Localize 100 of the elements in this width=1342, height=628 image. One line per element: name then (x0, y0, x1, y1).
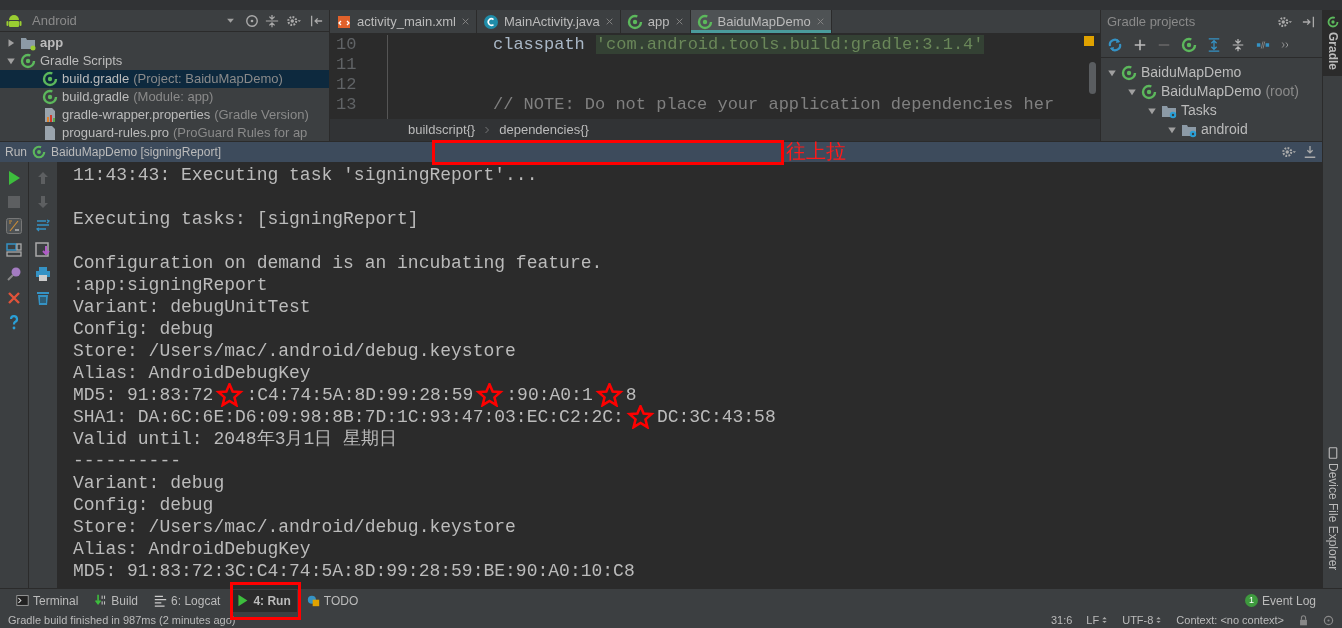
status-selector[interactable]: UTF-8 (1122, 611, 1163, 628)
gradle-icon (626, 13, 643, 30)
collapse-arrow-icon[interactable] (6, 56, 16, 66)
caret-icon (226, 16, 235, 25)
more-icon[interactable] (1281, 40, 1291, 50)
layout-icon[interactable] (6, 242, 22, 258)
gradle-icon[interactable] (1181, 37, 1197, 53)
tree-item[interactable]: android (1101, 120, 1322, 139)
panel-title: Run (5, 144, 27, 161)
refresh-icon[interactable] (1107, 37, 1123, 53)
console-line: Store: /Users/mac/.android/debug.keystore (73, 340, 516, 362)
tree-item-note: (Gradle Version) (214, 106, 309, 125)
cursor-position[interactable]: 31:6 (1050, 611, 1073, 628)
tree-item[interactable]: Gradle Scripts (0, 52, 329, 70)
close-icon[interactable] (460, 17, 470, 26)
console-text: 8 (625, 385, 637, 405)
soft-wrap-icon[interactable] (6, 218, 22, 234)
console-line: MD5: 91:83:72:3C:C4:74:5A:8D:99:28:59:BE:90:A0:10:C8 (73, 560, 635, 582)
console-line: Store: /Users/mac/.android/debug.keystore (73, 516, 516, 538)
side-tab[interactable]: Device File Explorer (1323, 440, 1342, 576)
scroll-to-end-icon[interactable] (35, 242, 51, 258)
gradle-icon (1327, 16, 1339, 28)
tree-item[interactable]: build.gradle (Module: app) (0, 88, 329, 106)
context-indicator[interactable]: Context: <no context> (1176, 611, 1284, 628)
console-text: SHA1: DA:6C:6E:D6:09:98:8B:7D:1C:93:47:03:EC:C2:2C: (73, 407, 624, 427)
close-icon[interactable] (604, 17, 614, 26)
run-icon (236, 594, 250, 607)
settings-icon[interactable] (285, 13, 303, 28)
minimize-icon[interactable] (1303, 145, 1317, 159)
settings-icon[interactable] (1280, 145, 1298, 159)
crosshair-icon[interactable] (245, 13, 259, 28)
properties-file-icon (42, 107, 58, 123)
breadcrumb[interactable]: buildscript{} (408, 120, 476, 140)
folder-icon (20, 35, 36, 51)
console-text: :C4:74:5A:8D:99:28:59 (246, 385, 474, 405)
notification-count: 1 (1244, 594, 1258, 607)
tree-item[interactable]: proguard-rules.pro (ProGuard Rules for ap (0, 124, 329, 141)
console-line: 11:43:43: Executing task 'signingReport'... (73, 164, 538, 186)
event-log-button[interactable]: 1 Event Log (1238, 589, 1322, 612)
line-number: 10 (336, 35, 358, 55)
view-dropdown[interactable]: Android (28, 10, 239, 31)
terminal-icon (16, 594, 29, 607)
tree-item-note: (ProGuard Rules for ap (172, 124, 308, 141)
tree-item[interactable]: Tasks (1101, 101, 1322, 120)
hide-panel-icon[interactable] (1302, 14, 1316, 29)
tree-item-label: Tasks (1181, 101, 1217, 120)
console-line: ---------- (73, 450, 182, 472)
close-icon[interactable] (6, 290, 22, 306)
tool-window-button[interactable]: TODO (300, 589, 365, 612)
tool-window-button[interactable]: 6: Logcat (148, 589, 227, 612)
tree-item-label: app (40, 34, 64, 53)
code-comment: // NOTE: Do not place your application dependencies her (493, 95, 1055, 114)
print-icon[interactable] (35, 266, 51, 282)
tree-item[interactable]: BaiduMapDemo (1101, 63, 1322, 82)
console-line: Config: debug (73, 494, 214, 516)
gradle-icon (20, 53, 36, 69)
tool-window-button[interactable]: Terminal (10, 589, 85, 612)
editor-tab[interactable]: BaiduMapDemo (690, 10, 832, 33)
wrap-lines-icon[interactable] (35, 218, 51, 234)
console-line: Valid until: 2048年3月1日 星期日 (73, 428, 398, 450)
run-icon[interactable] (6, 170, 22, 186)
collapse-all-icon[interactable] (1231, 38, 1245, 52)
tree-item[interactable]: gradle-wrapper.properties (Gradle Version) (0, 106, 329, 124)
tool-window-button[interactable]: 4: Run (230, 589, 297, 612)
collapse-all-icon[interactable] (265, 13, 279, 28)
gradle-icon (42, 71, 58, 87)
tree-item-note: (root) (1265, 82, 1299, 101)
link-icon[interactable] (1255, 38, 1271, 52)
close-icon[interactable] (674, 17, 684, 26)
close-icon[interactable] (815, 17, 825, 26)
tree-item-label: build.gradle (62, 88, 130, 107)
expand-all-icon[interactable] (1207, 38, 1221, 52)
line-number: 12 (336, 75, 358, 95)
console-text: DC:3C:43:58 (656, 407, 776, 427)
hide-panel-icon[interactable] (309, 13, 323, 28)
editor-tab[interactable]: activity_main.xml (330, 10, 477, 33)
tree-item[interactable]: build.gradle (Project: BaiduMapDemo) (0, 70, 329, 88)
updown-arrows-icon (1155, 615, 1163, 625)
console-text: :90:A0:1 (506, 385, 593, 405)
status-selector[interactable]: LF (1086, 611, 1109, 628)
console-line: Alias: AndroidDebugKey (73, 362, 311, 384)
gradle-icon (32, 145, 46, 159)
android-icon (6, 12, 22, 29)
scrollbar-thumb (1089, 62, 1096, 94)
tool-window-button[interactable]: Build (88, 589, 145, 612)
breadcrumb[interactable]: dependencies{} (499, 120, 589, 140)
run-configuration-label: BaiduMapDemo [signingReport] (51, 144, 222, 161)
trash-icon[interactable] (35, 290, 51, 306)
editor-tab[interactable]: MainActivity.java (476, 10, 621, 33)
expand-arrow-icon[interactable] (6, 38, 16, 48)
tree-item[interactable]: BaiduMapDemo (root) (1101, 82, 1322, 101)
settings-icon[interactable] (1276, 14, 1294, 29)
pin-icon[interactable] (6, 266, 22, 282)
tree-item[interactable]: app (0, 34, 329, 52)
build-icon (94, 594, 108, 607)
gradle-icon (696, 13, 713, 30)
side-tab[interactable]: Gradle (1323, 10, 1342, 76)
gradle-icon (42, 89, 58, 105)
editor-tab[interactable]: app (620, 10, 691, 33)
add-icon[interactable] (1133, 38, 1147, 52)
